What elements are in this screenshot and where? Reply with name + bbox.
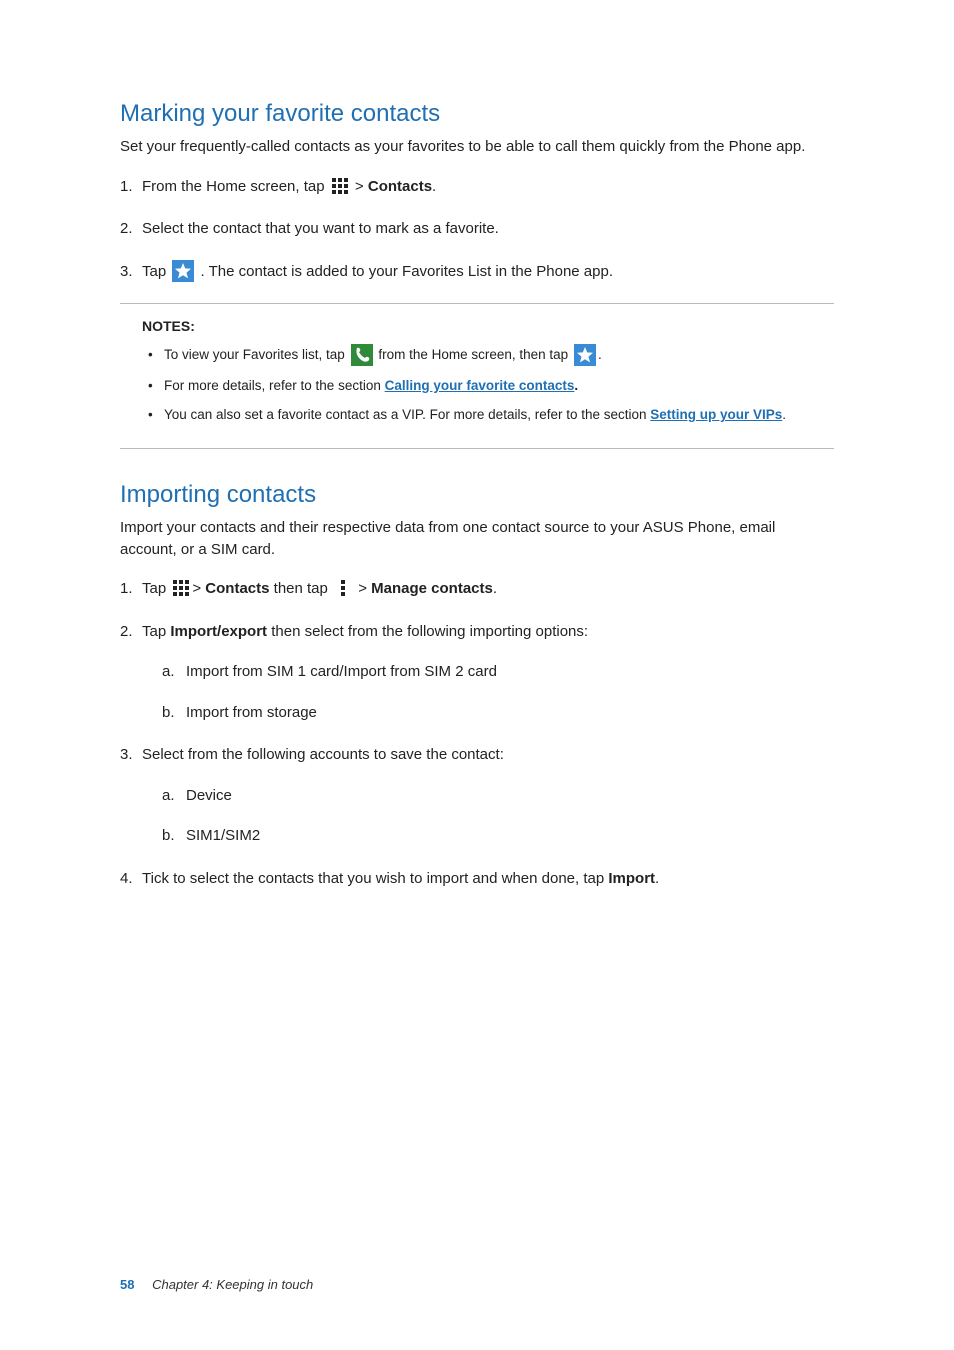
s2-step4-import: Import — [608, 870, 655, 887]
note1-a: To view your Favorites list, tap — [164, 347, 349, 362]
step-2: Select the contact that you want to mark… — [120, 218, 834, 241]
s2-step4-a: Tick to select the contacts that you wis… — [142, 870, 608, 887]
s2-step-4: Tick to select the contacts that you wis… — [120, 868, 834, 891]
s2-step1-manage: Manage contacts — [371, 580, 493, 597]
s2-step2-c: then select from the following importing… — [267, 623, 588, 640]
step3-text-a: Tap — [142, 263, 170, 280]
note2-a: For more details, refer to the section — [164, 378, 385, 393]
apps-grid-icon — [331, 177, 349, 195]
note1-c: . — [598, 347, 602, 362]
heading-marking-favorites: Marking your favorite contacts — [120, 100, 834, 128]
notes-title: NOTES: — [142, 318, 834, 334]
heading-importing-contacts: Importing contacts — [120, 481, 834, 509]
note3-b: . — [782, 407, 786, 422]
s2-step1-b: > — [192, 580, 205, 597]
notes-box: NOTES: To view your Favorites list, tap … — [120, 303, 834, 449]
note-2: For more details, refer to the section C… — [142, 375, 834, 397]
link-setting-up-vips[interactable]: Setting up your VIPs — [650, 407, 782, 422]
s2-step3-sub-a: Device — [162, 785, 834, 808]
page-number: 58 — [120, 1277, 134, 1292]
star-icon — [574, 344, 596, 366]
note2-b: . — [574, 378, 578, 393]
phone-icon — [351, 344, 373, 366]
s2-step-1: Tap > Contacts then tap > Manage contact… — [120, 578, 834, 601]
s2-step3-sub-b: SIM1/SIM2 — [162, 825, 834, 848]
apps-grid-icon — [172, 579, 190, 597]
step-1: From the Home screen, tap > Contacts. — [120, 176, 834, 199]
s2-step1-g: . — [493, 580, 497, 597]
step1-text-a: From the Home screen, tap — [142, 178, 329, 195]
intro-text: Set your frequently-called contacts as y… — [120, 136, 834, 158]
chapter-label: Chapter 4: Keeping in touch — [152, 1277, 313, 1292]
step3-text-b: . The contact is added to your Favorites… — [201, 263, 613, 280]
s2-step2-sub-b: Import from storage — [162, 702, 834, 725]
s2-step-2: Tap Import/export then select from the f… — [120, 621, 834, 725]
intro-text-2: Import your contacts and their respectiv… — [120, 517, 834, 561]
note1-b: from the Home screen, then tap — [378, 347, 572, 362]
note-3: You can also set a favorite contact as a… — [142, 404, 834, 426]
s2-step1-contacts: Contacts — [205, 580, 269, 597]
s2-step2-a: Tap — [142, 623, 170, 640]
step1-text-b: > — [355, 178, 368, 195]
step-3: Tap . The contact is added to your Favor… — [120, 261, 834, 284]
overflow-menu-icon — [334, 579, 352, 597]
s2-step1-a: Tap — [142, 580, 170, 597]
step1-text-d: . — [432, 178, 436, 195]
step1-contacts-label: Contacts — [368, 178, 432, 195]
s2-step1-d: then tap — [269, 580, 332, 597]
s2-step1-e: > — [354, 580, 371, 597]
s2-step3-text: Select from the following accounts to sa… — [142, 746, 504, 763]
s2-step4-c: . — [655, 870, 659, 887]
s2-step-3: Select from the following accounts to sa… — [120, 744, 834, 848]
s2-step2-sub-a: Import from SIM 1 card/Import from SIM 2… — [162, 661, 834, 684]
link-calling-favorites[interactable]: Calling your favorite contacts — [385, 378, 575, 393]
note-1: To view your Favorites list, tap from th… — [142, 344, 834, 366]
note3-a: You can also set a favorite contact as a… — [164, 407, 650, 422]
s2-step2-importexport: Import/export — [170, 623, 267, 640]
star-icon — [172, 260, 194, 282]
page-footer: 58 Chapter 4: Keeping in touch — [120, 1277, 313, 1292]
